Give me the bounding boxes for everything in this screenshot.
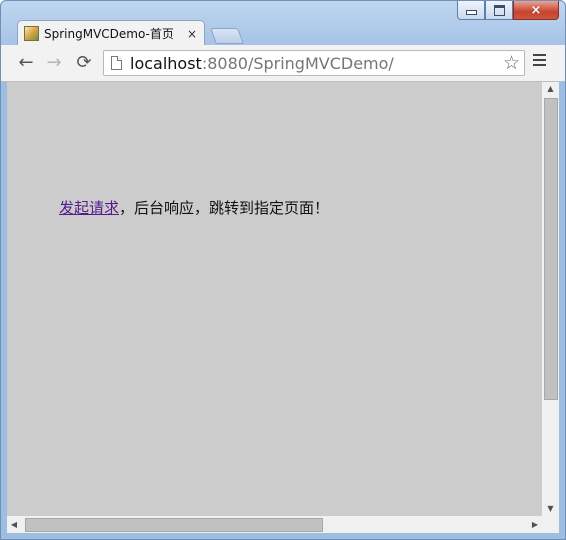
scroll-down-arrow-icon[interactable]: ▼ [542, 502, 559, 516]
url-path: :8080/SpringMVCDemo/ [201, 54, 394, 73]
url-text[interactable]: localhost:8080/SpringMVCDemo/ [130, 54, 394, 73]
window-caption-buttons: × [457, 1, 559, 20]
back-button[interactable]: ← [15, 52, 37, 74]
forward-button[interactable]: → [43, 52, 65, 74]
maximize-icon [493, 4, 505, 16]
address-bar[interactable]: localhost:8080/SpringMVCDemo/ ☆ [103, 50, 525, 76]
browser-toolbar: ← → ⟳ localhost:8080/SpringMVCDemo/ ☆ [1, 45, 565, 82]
page-content: 发起请求，后台响应，跳转到指定页面！ [59, 197, 329, 218]
new-tab-button[interactable] [210, 28, 244, 44]
reload-button[interactable]: ⟳ [73, 52, 95, 74]
page-viewport: 发起请求，后台响应，跳转到指定页面！ [7, 82, 542, 516]
scroll-left-arrow-icon[interactable]: ◀ [7, 516, 21, 533]
horizontal-scroll-thumb[interactable] [25, 518, 323, 532]
scrollbar-corner [542, 516, 559, 533]
minimize-icon [465, 10, 477, 15]
bookmark-star-icon[interactable]: ☆ [503, 52, 520, 74]
favicon-icon [24, 26, 39, 41]
scroll-up-arrow-icon[interactable]: ▲ [542, 82, 559, 96]
menu-icon[interactable] [533, 54, 549, 69]
maximize-button[interactable] [485, 1, 513, 20]
tab-springmvcdemo[interactable]: SpringMVCDemo-首页 × [17, 20, 205, 47]
close-window-button[interactable]: × [513, 1, 559, 20]
url-host: localhost [130, 54, 202, 73]
message-text: ，后台响应，跳转到指定页面！ [119, 199, 330, 217]
close-icon: × [530, 2, 542, 18]
request-link[interactable]: 发起请求 [59, 199, 119, 217]
tab-close-icon[interactable]: × [185, 27, 199, 41]
horizontal-scrollbar[interactable]: ◀ ▶ [7, 516, 542, 533]
scroll-right-arrow-icon[interactable]: ▶ [528, 516, 542, 533]
minimize-button[interactable] [457, 1, 485, 20]
vertical-scroll-thumb[interactable] [544, 98, 558, 400]
tab-title: SpringMVCDemo-首页 [44, 27, 174, 41]
page-icon [111, 56, 122, 70]
vertical-scrollbar[interactable]: ▲ ▼ [542, 82, 559, 516]
browser-window: × SpringMVCDemo-首页 × ← → ⟳ localhost:808… [0, 0, 566, 540]
